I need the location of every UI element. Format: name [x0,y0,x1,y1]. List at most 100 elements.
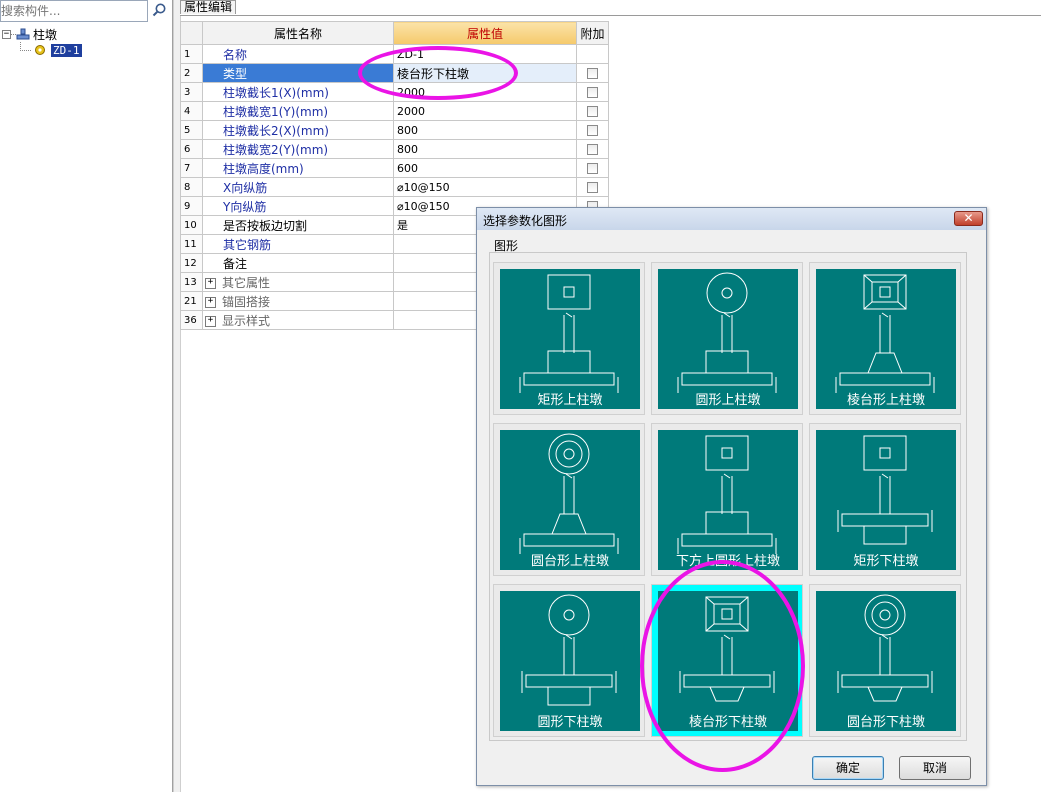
header-value[interactable]: 属性值 [393,21,577,45]
property-extra-cell [576,82,609,102]
shape-option-circle-bottom[interactable]: 圆形下柱墩 [493,584,645,737]
close-icon: ✕ [963,211,974,225]
property-name-cell[interactable]: Y向纵筋 [202,196,394,216]
property-name: 柱墩截长2(X)(mm) [223,123,329,138]
property-name-cell[interactable]: 类型 [202,63,394,83]
extra-checkbox[interactable] [587,181,598,193]
row-number: 6 [180,139,203,159]
row-number: 1 [180,44,203,64]
pier-category-icon [16,28,30,40]
row-number: 9 [180,196,203,216]
property-name-cell[interactable]: + 其它属性 [202,272,394,292]
circle-top-pier-icon [677,272,777,393]
property-row[interactable]: 4 柱墩截宽1(Y)(mm) 2000 [180,101,609,121]
shape-option-rect-bottom[interactable]: 矩形下柱墩 [809,423,961,576]
property-name-cell[interactable]: + 显示样式 [202,310,394,330]
property-value-cell[interactable]: 棱台形下柱墩 [393,63,577,83]
header-name[interactable]: 属性名称 [202,21,394,45]
property-value-cell[interactable]: 800 [393,139,577,159]
shape-option-cone-top[interactable]: 圆台形上柱墩 [493,423,645,576]
property-row[interactable]: 2 类型 棱台形下柱墩 [180,63,609,83]
ok-button[interactable]: 确定 [812,756,884,780]
extra-checkbox[interactable] [587,124,598,136]
property-name-cell[interactable]: X向纵筋 [202,177,394,197]
shape-label: 棱台形下柱墩 [688,715,767,730]
expand-icon[interactable]: + [205,296,216,308]
property-value-cell[interactable]: 2000 [393,101,577,121]
expand-icon[interactable]: + [205,277,216,289]
dialog-title: 选择参数化图形 [483,214,568,228]
tree-node-root[interactable]: − 柱墩 [0,26,172,42]
row-number: 2 [180,63,203,83]
extra-checkbox[interactable] [587,105,598,117]
property-group-label: 显示样式 [222,313,271,328]
property-name: 柱墩截宽2(Y)(mm) [223,142,329,157]
header-extra[interactable]: 附加 [576,21,609,45]
property-name-cell[interactable]: 柱墩截宽2(Y)(mm) [202,139,394,159]
row-number: 11 [180,234,203,254]
property-value-cell[interactable]: 800 [393,120,577,140]
row-number: 5 [180,120,203,140]
extra-checkbox[interactable] [587,67,598,79]
shape-option-frustum-bottom[interactable]: 棱台形下柱墩 [651,584,803,737]
property-name-cell[interactable]: 柱墩截长1(X)(mm) [202,82,394,102]
property-value-cell[interactable]: ⌀10@150 [393,177,577,197]
property-name-cell[interactable]: + 锚固搭接 [202,291,394,311]
rect-bottom-pier-icon [837,435,933,545]
property-name: 柱墩截长1(X)(mm) [223,85,329,100]
property-name-cell[interactable]: 备注 [202,253,394,273]
property-name: 类型 [223,66,248,81]
shape-option-square-circle-top[interactable]: 下方上圆形上柱墩 [651,423,803,576]
shape-tile: 圆形上柱墩 [658,269,798,409]
property-row[interactable]: 5 柱墩截长2(X)(mm) 800 [180,120,609,140]
property-name-cell[interactable]: 柱墩高度(mm) [202,158,394,178]
property-name-cell[interactable]: 柱墩截宽1(Y)(mm) [202,101,394,121]
shape-option-cone-bottom[interactable]: 圆台形下柱墩 [809,584,961,737]
shape-label: 矩形上柱墩 [537,393,603,408]
row-number: 36 [180,310,203,330]
shape-tile: 矩形下柱墩 [816,430,956,570]
row-number: 8 [180,177,203,197]
rect-top-pier-icon [519,274,619,393]
row-number: 10 [180,215,203,235]
extra-checkbox[interactable] [587,162,598,174]
property-name-cell[interactable]: 是否按板边切割 [202,215,394,235]
search-button[interactable] [148,0,170,22]
shape-label: 圆形上柱墩 [695,393,761,408]
property-row[interactable]: 8 X向纵筋 ⌀10@150 [180,177,609,197]
cancel-button[interactable]: 取消 [899,756,971,780]
close-button[interactable]: ✕ [954,211,983,226]
property-name: 柱墩高度(mm) [223,161,304,176]
dialog-title-bar[interactable]: 选择参数化图形 ✕ [477,208,986,230]
extra-checkbox[interactable] [587,143,598,155]
shape-label: 棱台形上柱墩 [846,393,925,408]
shape-option-circle-top[interactable]: 圆形上柱墩 [651,262,803,415]
collapse-icon[interactable]: − [2,29,11,39]
shape-tile: 棱台形上柱墩 [816,269,956,409]
property-name-cell[interactable]: 名称 [202,44,394,64]
property-value-cell[interactable]: ZD-1 [393,44,577,64]
property-row[interactable]: 1 名称 ZD-1 [180,44,609,64]
shape-tile: 圆形下柱墩 [500,591,640,731]
row-number: 7 [180,158,203,178]
shape-option-rect-top[interactable]: 矩形上柱墩 [493,262,645,415]
property-name: 名称 [223,47,248,62]
tree-node-child[interactable]: ZD-1 [0,41,172,58]
shape-label: 矩形下柱墩 [853,554,919,569]
property-name-cell[interactable]: 其它钢筋 [202,234,394,254]
property-value-cell[interactable]: 600 [393,158,577,178]
property-extra-cell [576,120,609,140]
expand-icon[interactable]: + [205,315,216,327]
shape-label: 圆台形下柱墩 [846,715,925,730]
property-name-cell[interactable]: 柱墩截长2(X)(mm) [202,120,394,140]
extra-checkbox[interactable] [587,86,598,98]
property-row[interactable]: 7 柱墩高度(mm) 600 [180,158,609,178]
tab-property-edit[interactable]: 属性编辑 [180,0,236,14]
property-row[interactable]: 3 柱墩截长1(X)(mm) 2000 [180,82,609,102]
shape-option-frustum-top[interactable]: 棱台形上柱墩 [809,262,961,415]
search-field[interactable] [0,0,148,22]
property-row[interactable]: 6 柱墩截宽2(Y)(mm) 800 [180,139,609,159]
property-value-cell[interactable]: 2000 [393,82,577,102]
property-group-label: 其它属性 [222,275,271,290]
search-input[interactable] [1,2,141,20]
